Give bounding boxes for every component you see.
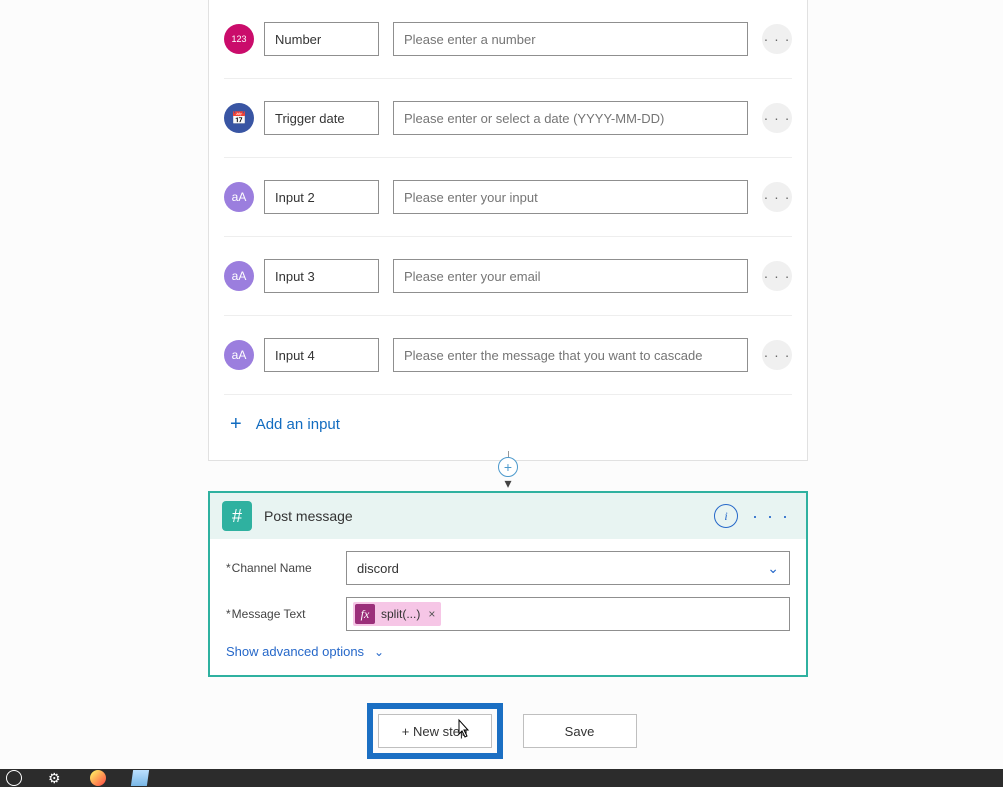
tutorial-highlight: + New step	[367, 703, 503, 759]
input-row: 123 · · ·	[224, 0, 792, 79]
save-button[interactable]: Save	[523, 714, 637, 748]
action-card: # Post message i · · · *Channel Name dis…	[208, 491, 808, 677]
settings-icon[interactable]: ⚙	[48, 770, 64, 786]
input-placeholder-field[interactable]	[393, 259, 748, 293]
action-title: Post message	[264, 508, 714, 524]
flow-connector: + ▾	[498, 451, 518, 489]
plus-icon: +	[230, 413, 242, 436]
input-row: 📅 · · ·	[224, 79, 792, 158]
number-icon: 123	[224, 24, 254, 54]
input-name-field[interactable]	[264, 180, 379, 214]
input-placeholder-field[interactable]	[393, 180, 748, 214]
message-text-label: *Message Text	[226, 607, 346, 621]
text-icon: aA	[224, 261, 254, 291]
action-header[interactable]: # Post message i · · ·	[210, 493, 806, 539]
action-menu-button[interactable]: · · ·	[748, 506, 794, 527]
token-remove-button[interactable]: ×	[428, 607, 435, 621]
taskbar-app-icon[interactable]	[131, 770, 149, 786]
insert-step-button[interactable]: +	[498, 457, 518, 477]
channel-name-value: discord	[357, 561, 399, 576]
slack-hash-icon: #	[222, 501, 252, 531]
expression-token[interactable]: fx split(...) ×	[353, 602, 441, 626]
fx-icon: fx	[355, 604, 375, 624]
field-row-channel: *Channel Name discord ⌄	[226, 551, 790, 585]
action-body: *Channel Name discord ⌄ *Message Text fx…	[210, 539, 806, 675]
bottom-button-bar: + New step Save	[0, 703, 1003, 759]
input-row: aA · · ·	[224, 158, 792, 237]
input-name-field[interactable]	[264, 338, 379, 372]
info-button[interactable]: i	[714, 504, 738, 528]
show-advanced-options[interactable]: Show advanced options ⌄	[226, 644, 384, 659]
new-step-button[interactable]: + New step	[378, 714, 492, 748]
input-menu-button[interactable]: · · ·	[762, 103, 792, 133]
arrow-down-icon: ▾	[498, 477, 518, 489]
channel-name-select[interactable]: discord ⌄	[346, 551, 790, 585]
expression-token-text: split(...)	[381, 607, 420, 621]
start-button[interactable]	[6, 770, 22, 786]
chevron-down-icon: ⌄	[767, 560, 779, 577]
input-name-field[interactable]	[264, 259, 379, 293]
add-input-label: Add an input	[256, 416, 340, 433]
trigger-inputs-list: 123 · · · 📅 · · · aA · · · aA · · · aA	[209, 0, 807, 460]
input-placeholder-field[interactable]	[393, 22, 748, 56]
field-row-message: *Message Text fx split(...) ×	[226, 597, 790, 631]
text-icon: aA	[224, 340, 254, 370]
input-menu-button[interactable]: · · ·	[762, 182, 792, 212]
taskbar-app-icon[interactable]	[90, 770, 106, 786]
input-name-field[interactable]	[264, 22, 379, 56]
input-placeholder-field[interactable]	[393, 338, 748, 372]
input-menu-button[interactable]: · · ·	[762, 261, 792, 291]
input-placeholder-field[interactable]	[393, 101, 748, 135]
advanced-options-label: Show advanced options	[226, 644, 364, 659]
input-row: aA · · ·	[224, 316, 792, 395]
calendar-icon: 📅	[224, 103, 254, 133]
channel-name-label: *Channel Name	[226, 561, 346, 575]
taskbar[interactable]: ⚙	[0, 769, 1003, 787]
message-text-input[interactable]: fx split(...) ×	[346, 597, 790, 631]
input-menu-button[interactable]: · · ·	[762, 340, 792, 370]
text-icon: aA	[224, 182, 254, 212]
chevron-down-icon: ⌄	[374, 645, 384, 659]
trigger-card: 123 · · · 📅 · · · aA · · · aA · · · aA	[208, 0, 808, 461]
input-menu-button[interactable]: · · ·	[762, 24, 792, 54]
input-row: aA · · ·	[224, 237, 792, 316]
input-name-field[interactable]	[264, 101, 379, 135]
